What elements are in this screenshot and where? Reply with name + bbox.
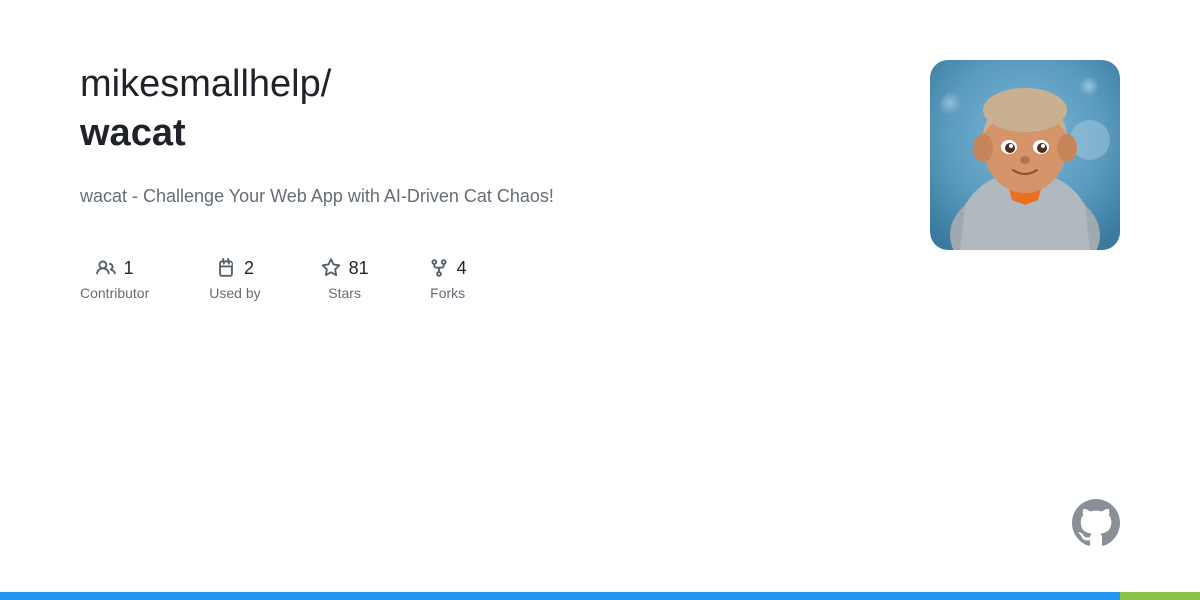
github-icon <box>1072 499 1120 552</box>
stars-label: Stars <box>328 285 361 301</box>
contributors-label: Contributor <box>80 285 149 301</box>
stars-stat[interactable]: 81 Stars <box>321 258 369 301</box>
forks-stat[interactable]: 4 Forks <box>429 258 467 301</box>
repo-title: mikesmallhelp/ wacat <box>80 60 830 159</box>
repo-owner: mikesmallhelp/ <box>80 63 331 105</box>
bottom-bar-green <box>1120 592 1200 600</box>
used-by-icon <box>216 258 236 278</box>
stars-count: 81 <box>349 258 369 279</box>
contributors-count: 1 <box>124 258 134 279</box>
stats-row: 1 Contributor 2 Used by <box>80 258 1120 301</box>
contributors-stat[interactable]: 1 Contributor <box>80 258 149 301</box>
repo-description: wacat - Challenge Your Web App with AI-D… <box>80 183 760 210</box>
used-by-count: 2 <box>244 258 254 279</box>
bottom-bar-blue <box>0 592 1120 600</box>
forks-label: Forks <box>430 285 465 301</box>
user-avatar <box>930 60 1120 250</box>
forks-icon <box>429 258 449 278</box>
contributors-icon <box>96 258 116 278</box>
used-by-stat[interactable]: 2 Used by <box>209 258 260 301</box>
forks-count: 4 <box>457 258 467 279</box>
used-by-label: Used by <box>209 285 260 301</box>
stars-icon <box>321 258 341 278</box>
bottom-bar <box>0 592 1200 600</box>
repo-name: wacat <box>80 112 186 154</box>
